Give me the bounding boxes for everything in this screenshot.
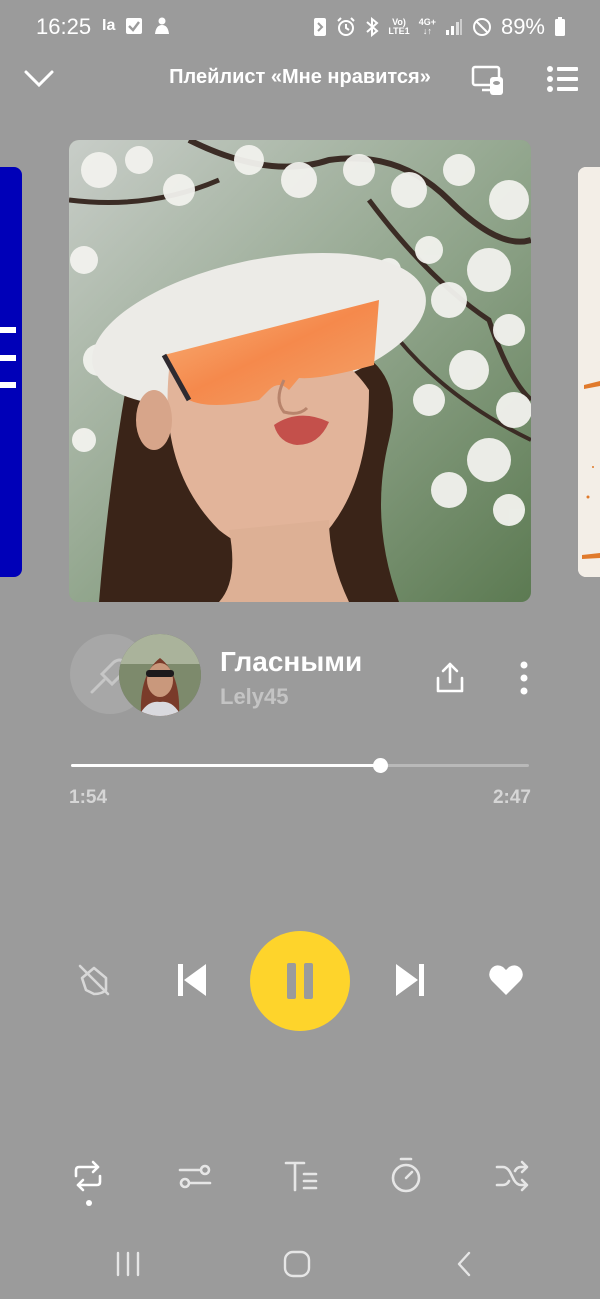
status-right-icons: Vo) LTE1 4G+ ↓↑ 89% (313, 14, 566, 40)
lyrics-button[interactable] (282, 1158, 320, 1194)
previous-cover-graphic (0, 327, 16, 388)
next-button[interactable] (390, 960, 430, 1000)
next-cover[interactable] (578, 167, 600, 577)
nfc-icon (314, 18, 327, 36)
timer-icon (391, 1157, 421, 1193)
total-time: 2:47 (492, 787, 531, 808)
queue-list-icon (547, 66, 578, 92)
battery-percent: 89% (500, 14, 545, 39)
shuffle-button[interactable] (494, 1158, 530, 1194)
pause-icon (287, 963, 313, 999)
status-time: 16:25 (36, 14, 92, 39)
dislike-icon (78, 964, 110, 996)
4g-data-icon: 4G+ ↓↑ (419, 18, 436, 36)
repeat-icon (74, 1160, 102, 1192)
next-cover-graphic (578, 167, 600, 577)
current-time: 1:54 (69, 787, 108, 808)
playlist-title[interactable]: Плейлист «Мне нравится» (140, 66, 460, 89)
album-cover-image (69, 140, 531, 602)
progress-fill (71, 764, 381, 767)
album-cover[interactable] (69, 140, 531, 602)
pause-button[interactable] (250, 931, 350, 1031)
equalizer-icon (178, 1164, 212, 1189)
track-title[interactable]: Гласными (220, 646, 362, 678)
artist-avatar-image (119, 634, 201, 716)
like-button[interactable] (486, 960, 526, 1000)
checkbox-icon (126, 18, 143, 34)
share-icon (436, 662, 464, 693)
more-vertical-icon (520, 661, 528, 695)
lyrics-icon (284, 1161, 318, 1192)
back-icon (457, 1251, 471, 1277)
repeat-button[interactable] (70, 1158, 106, 1194)
shuffle-icon (495, 1160, 529, 1192)
status-bar: 16:25 Ia Vo) LTE1 4G+ ↓↑ 89% (0, 0, 600, 56)
previous-icon (178, 964, 206, 996)
repeat-active-indicator (86, 1200, 92, 1206)
home-icon (283, 1250, 311, 1278)
alarm-icon (337, 17, 356, 36)
track-artist[interactable]: Lely45 (220, 684, 289, 710)
app-notification-icon (155, 17, 170, 34)
bluetooth-icon (366, 17, 379, 37)
heart-icon (489, 965, 523, 995)
share-button[interactable] (432, 660, 468, 696)
volte-bottom: LTE1 (388, 26, 410, 36)
device-cast-icon (471, 65, 503, 95)
recent-apps-icon (116, 1251, 140, 1277)
queue-button[interactable] (544, 64, 580, 94)
nav-back-button[interactable] (452, 1250, 476, 1278)
nav-home-button[interactable] (282, 1250, 312, 1278)
status-left-icons: Ia (102, 16, 171, 36)
cast-button[interactable] (470, 62, 506, 98)
collapse-button[interactable] (22, 64, 56, 94)
sleep-timer-button[interactable] (388, 1156, 424, 1194)
artist-avatar[interactable] (119, 634, 201, 716)
signal-icon (445, 19, 462, 35)
previous-button[interactable] (172, 960, 212, 1000)
dnd-icon (472, 18, 491, 36)
next-icon (396, 964, 424, 996)
volte-icon: Vo) LTE1 (388, 18, 409, 36)
equalizer-button[interactable] (176, 1158, 214, 1194)
data-bottom: ↓↑ (422, 26, 432, 36)
more-options-button[interactable] (514, 660, 534, 696)
dislike-button[interactable] (74, 960, 114, 1000)
chevron-down-icon (24, 70, 54, 88)
progress-handle[interactable] (373, 758, 389, 773)
instagram-icon: Ia (102, 17, 116, 34)
nav-recent-apps-button[interactable] (112, 1250, 144, 1278)
previous-cover[interactable] (0, 167, 22, 577)
battery-icon (555, 17, 565, 36)
